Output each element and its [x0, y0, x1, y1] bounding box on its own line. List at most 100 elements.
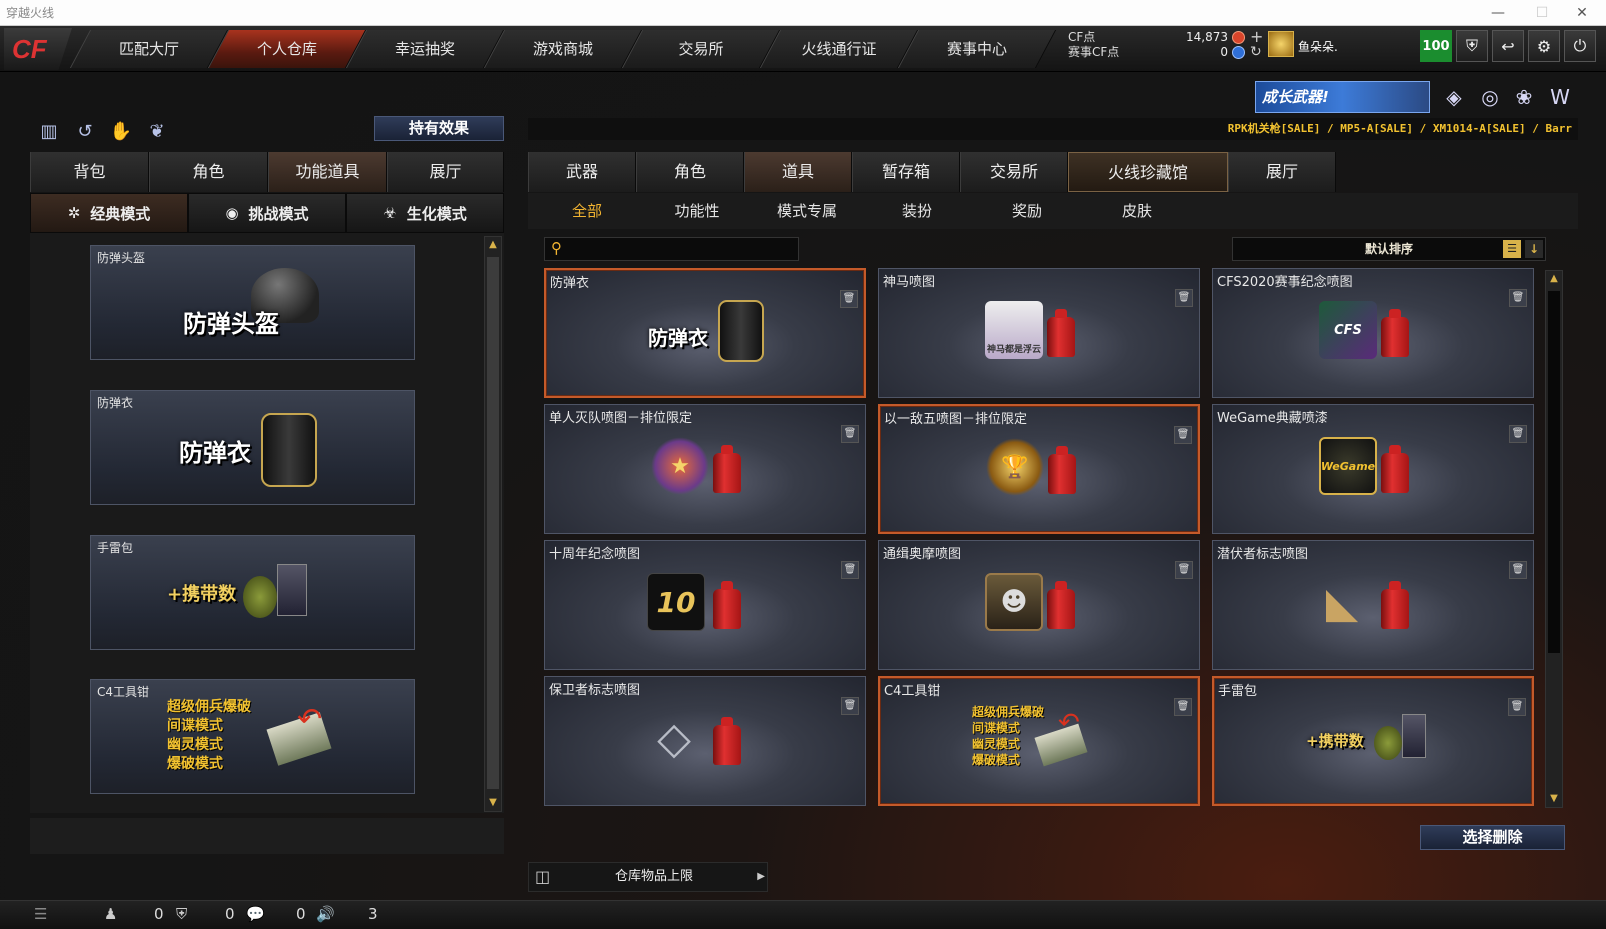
globe-icon[interactable]: ◎ — [1476, 83, 1504, 111]
item-card[interactable]: 手雷包 🗑 +携带数 — [1212, 676, 1534, 806]
close-button[interactable]: ✕ — [1560, 0, 1604, 26]
item-card[interactable]: CFS2020赛事纪念喷图 🗑 CFS — [1212, 268, 1534, 398]
sort-direction-icon[interactable]: ↓ — [1525, 240, 1543, 258]
expand-arrow-icon[interactable]: ▶ — [757, 863, 765, 891]
warehouse-capacity-bar[interactable]: ◫ 仓库物品上限 ▶ — [528, 862, 768, 892]
mode-challenge[interactable]: ◉ 挑战模式 — [188, 193, 346, 233]
left-item-grenade-pack[interactable]: 手雷包 +携带数 — [90, 535, 415, 650]
subtab-functional[interactable]: 功能性 — [642, 193, 752, 229]
item-card[interactable]: 十周年纪念喷图 🗑 10 — [544, 540, 866, 670]
grid-scrollbar[interactable]: ▲ ▼ — [1545, 270, 1563, 808]
tab-items[interactable]: 道具 — [744, 152, 852, 192]
trash-icon[interactable]: 🗑 — [1509, 561, 1527, 579]
trash-icon[interactable]: 🗑 — [1509, 425, 1527, 443]
w-logo-icon[interactable]: W — [1546, 83, 1574, 111]
volume-icon[interactable]: 🔊 — [316, 905, 335, 923]
nav-tab-match-hall[interactable]: 匹配大厅 — [69, 30, 229, 68]
subtab-cosmetic[interactable]: 装扮 — [862, 193, 972, 229]
tab-characters[interactable]: 角色 — [636, 152, 744, 192]
item-card[interactable]: 通缉奥摩喷图 🗑 ☻ — [878, 540, 1200, 670]
trash-icon[interactable]: 🗑 — [841, 425, 859, 443]
top-nav: CF 匹配大厅 个人仓库 幸运抽奖 游戏商城 交易所 火线通行证 赛事中心 — [0, 26, 1606, 72]
friends-icon[interactable]: ♟ — [104, 905, 117, 923]
left-item-vest[interactable]: 防弹衣 防弹衣 — [90, 390, 415, 505]
left-item-helmet[interactable]: 防弹头盔 防弹头盔 — [90, 245, 415, 360]
tab-functional-items[interactable]: 功能道具 — [268, 152, 387, 192]
nav-tab-lucky-draw[interactable]: 幸运抽奖 — [345, 30, 505, 68]
trash-icon[interactable]: 🗑 — [1174, 698, 1192, 716]
item-card[interactable]: 防弹衣 🗑 防弹衣 — [544, 268, 866, 398]
hand-icon[interactable]: ✋ — [107, 117, 135, 145]
holding-effect-button[interactable]: 持有效果 — [374, 116, 504, 141]
trash-icon[interactable]: 🗑 — [1508, 698, 1526, 716]
subtab-all[interactable]: 全部 — [532, 193, 642, 229]
maximize-button[interactable]: ☐ — [1520, 0, 1564, 26]
nav-tab-event-center[interactable]: 赛事中心 — [897, 30, 1057, 68]
left-scrollbar[interactable]: ▲ ▼ — [484, 236, 502, 812]
item-card[interactable]: 神马喷图 🗑 神马都是浮云 — [878, 268, 1200, 398]
v-badge-icon[interactable]: ◈ — [1440, 83, 1468, 111]
trash-icon[interactable]: 🗑 — [1175, 561, 1193, 579]
refresh-icon[interactable]: ↻ — [1250, 44, 1262, 60]
sort-dropdown[interactable]: 默认排序 ☰ ↓ — [1232, 237, 1546, 261]
tab-backpack[interactable]: 背包 — [30, 152, 149, 192]
mode-classic[interactable]: ✲ 经典模式 — [30, 193, 188, 233]
tab-showroom[interactable]: 展厅 — [1228, 152, 1336, 192]
nav-tab-game-mall[interactable]: 游戏商城 — [483, 30, 643, 68]
stats-icon[interactable]: ▥ — [35, 117, 63, 145]
mode-zombie[interactable]: ☣ 生化模式 — [346, 193, 504, 233]
nav-tab-exchange[interactable]: 交易所 — [621, 30, 781, 68]
list-view-icon[interactable]: ☰ — [1503, 240, 1521, 258]
item-card[interactable]: C4工具钳 🗑 超级佣兵爆破 间谍模式 幽灵模式 爆破模式 ↶ — [878, 676, 1200, 806]
shield-status-icon[interactable]: ⛨ — [176, 905, 187, 923]
shoe-icon[interactable]: ❀ — [1510, 83, 1538, 111]
nav-tab-personal-warehouse[interactable]: 个人仓库 — [207, 30, 367, 68]
tab-showroom[interactable]: 展厅 — [387, 152, 504, 192]
left-item-c4-pliers[interactable]: C4工具钳 超级佣兵爆破 间谍模式 幽灵模式 爆破模式 ↶ — [90, 679, 415, 794]
tab-exchange[interactable]: 交易所 — [960, 152, 1068, 192]
search-icon: ⚲ — [551, 239, 562, 257]
tab-weapons[interactable]: 武器 — [528, 152, 636, 192]
select-delete-button[interactable]: 选择删除 — [1420, 825, 1565, 850]
history-icon[interactable]: ↺ — [71, 117, 99, 145]
trash-icon[interactable]: 🗑 — [1175, 289, 1193, 307]
scroll-up-arrow[interactable]: ▲ — [1546, 271, 1562, 287]
subtab-mode-exclusive[interactable]: 模式专属 — [752, 193, 862, 229]
trash-icon[interactable]: 🗑 — [1509, 289, 1527, 307]
trash-icon[interactable]: 🗑 — [1174, 426, 1192, 444]
shield-icon[interactable]: ⛨ — [1456, 30, 1488, 62]
scroll-up-arrow[interactable]: ▲ — [485, 237, 501, 253]
scroll-thumb[interactable] — [487, 257, 499, 789]
tab-collection-museum[interactable]: 火线珍藏馆 — [1068, 152, 1228, 192]
subtab-rewards[interactable]: 奖励 — [972, 193, 1082, 229]
item-card[interactable]: 保卫者标志喷图 🗑 ◇ — [544, 676, 866, 806]
trash-icon[interactable]: 🗑 — [841, 697, 859, 715]
tab-storage-box[interactable]: 暂存箱 — [852, 152, 960, 192]
item-card[interactable]: 潜伏者标志喷图 🗑 ◣ — [1212, 540, 1534, 670]
chat-icon[interactable]: 💬 — [246, 905, 265, 923]
item-card[interactable]: 单人灭队喷图－排位限定 🗑 ★ — [544, 404, 866, 534]
vest-icon — [261, 413, 317, 487]
power-icon[interactable]: ⏻ — [1564, 30, 1596, 62]
scroll-down-arrow[interactable]: ▼ — [485, 795, 501, 811]
tab-character[interactable]: 角色 — [149, 152, 268, 192]
scroll-down-arrow[interactable]: ▼ — [1546, 791, 1562, 807]
cf-logo[interactable]: CF — [4, 28, 72, 70]
trash-icon[interactable]: 🗑 — [841, 561, 859, 579]
item-name: 保卫者标志喷图 — [549, 683, 641, 698]
search-input[interactable]: ⚲ — [544, 237, 799, 261]
item-art-text: 防弹头盔 — [183, 310, 279, 338]
spray-art-wegame: WeGame — [1319, 437, 1377, 495]
menu-icon[interactable]: ☰ — [34, 905, 47, 923]
item-card[interactable]: 以一敌五喷图－排位限定 🗑 🏆 — [878, 404, 1200, 534]
back-icon[interactable]: ↩ — [1492, 30, 1524, 62]
bag-icon[interactable]: ❦ — [143, 117, 171, 145]
growth-weapon-banner[interactable]: 成长武器! — [1255, 81, 1430, 113]
minimize-button[interactable]: — — [1476, 0, 1520, 26]
scroll-thumb[interactable] — [1548, 291, 1560, 653]
item-card[interactable]: WeGame典藏喷漆 🗑 WeGame — [1212, 404, 1534, 534]
gear-icon[interactable]: ⚙ — [1528, 30, 1560, 62]
trash-icon[interactable]: 🗑 — [840, 290, 858, 308]
subtab-skins[interactable]: 皮肤 — [1082, 193, 1192, 229]
nav-tab-battle-pass[interactable]: 火线通行证 — [759, 30, 919, 68]
